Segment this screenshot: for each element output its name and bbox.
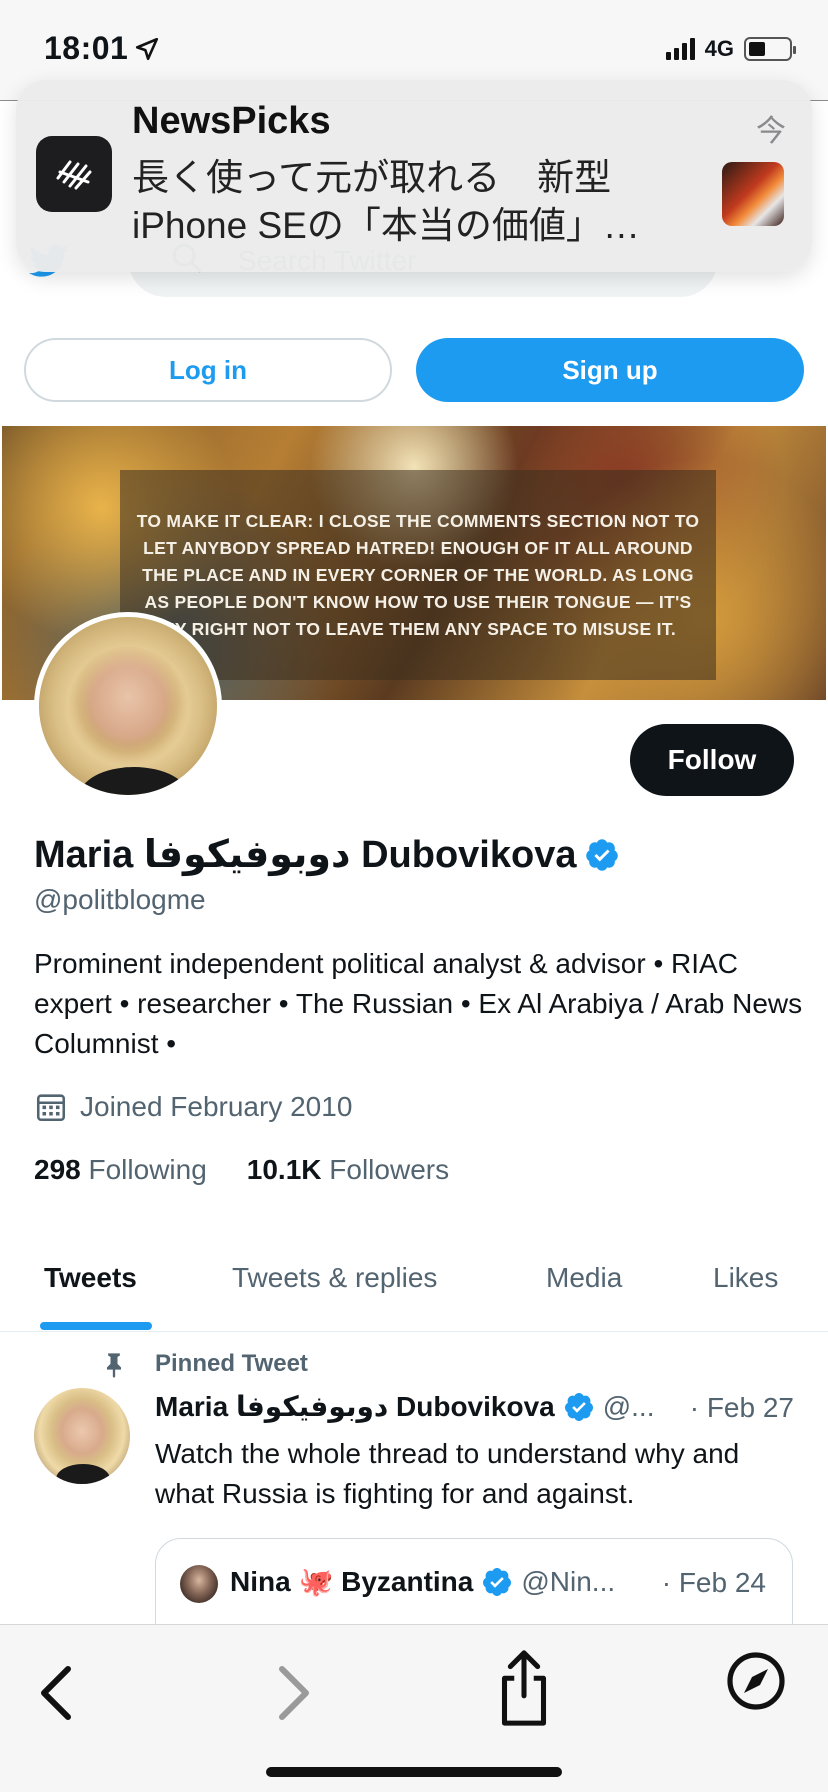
active-tab-indicator: [40, 1322, 152, 1330]
profile-name: Maria دوبوفيكوفا Dubovikova: [34, 832, 620, 877]
following-link[interactable]: 298 Following: [34, 1154, 207, 1186]
quoted-tweet-header: Nina 🐙 Byzantina @Nin...: [230, 1565, 615, 1598]
joined-date: Joined February 2010: [34, 1090, 352, 1124]
notification-thumbnail: [722, 162, 784, 226]
location-arrow-icon: [135, 37, 159, 61]
pin-icon: [107, 1353, 121, 1378]
profile-stats: 298 Following 10.1K Followers: [34, 1154, 449, 1186]
share-icon[interactable]: [498, 1649, 550, 1727]
status-time: 18:01: [44, 30, 129, 66]
profile-handle: @politblogme: [34, 884, 206, 915]
following-count: 298: [34, 1154, 81, 1185]
following-label: Following: [88, 1154, 207, 1185]
tweet-date[interactable]: · Feb 27: [690, 1392, 794, 1424]
quoted-author-avatar: [180, 1565, 218, 1603]
browser-toolbar: [0, 1624, 828, 1792]
tweet-author-handle: @...: [602, 1390, 655, 1422]
tweet-text: Watch the whole thread to understand why…: [155, 1438, 740, 1509]
quoted-author-name: Nina 🐙 Byzantina: [230, 1566, 474, 1597]
cover-text: TO MAKE IT CLEAR: I CLOSE THE COMMENTS S…: [136, 510, 700, 639]
tab-tweets[interactable]: Tweets: [44, 1262, 137, 1294]
tweet-author-avatar[interactable]: [34, 1388, 130, 1484]
notification-body: 長く使って元が取れる 新型iPhone SEの「本当の価値」…: [132, 157, 640, 246]
notification-app-name: NewsPicks: [132, 100, 331, 142]
newspicks-app-icon: [36, 136, 112, 212]
pinned-tweet-label: Pinned Tweet: [155, 1350, 308, 1377]
battery-icon: [744, 37, 796, 61]
notification-banner[interactable]: NewsPicks 今 長く使って元が取れる 新型iPhone SEの「本当の価…: [16, 80, 812, 272]
profile-tabs: Tweets Tweets & replies Media Likes: [0, 1234, 828, 1332]
network-type: 4G: [704, 36, 734, 61]
tweet-author-name[interactable]: Maria دوبوفيكوفا Dubovikova: [155, 1390, 555, 1423]
tweet-header: Maria دوبوفيكوفا Dubovikova @...: [155, 1390, 654, 1423]
profile-bio: Prominent independent political analyst …: [34, 948, 803, 1059]
back-icon[interactable]: [36, 1663, 76, 1723]
follow-button[interactable]: Follow: [630, 724, 794, 796]
signup-button[interactable]: Sign up: [416, 338, 804, 402]
followers-link[interactable]: 10.1K Followers: [247, 1154, 449, 1186]
cellular-signal-icon: [665, 38, 695, 60]
tab-likes[interactable]: Likes: [713, 1262, 778, 1294]
verified-badge-icon: [483, 1567, 512, 1596]
quoted-author-handle: @Nin...: [521, 1565, 616, 1597]
joined-text: Joined February 2010: [80, 1091, 353, 1122]
followers-label: Followers: [329, 1154, 450, 1185]
forward-icon[interactable]: [274, 1663, 314, 1723]
status-indicators: 4G: [665, 36, 796, 62]
notification-time: 今: [756, 115, 786, 148]
profile-display-name: Maria دوبوفيكوفا Dubovikova: [34, 834, 577, 876]
tab-tweets-replies[interactable]: Tweets & replies: [232, 1262, 437, 1294]
verified-badge-icon: [586, 838, 619, 871]
followers-count: 10.1K: [246, 1154, 322, 1185]
tab-media[interactable]: Media: [546, 1262, 622, 1294]
login-button[interactable]: Log in: [24, 338, 392, 402]
home-indicator[interactable]: [266, 1767, 562, 1777]
profile-avatar[interactable]: [34, 612, 222, 800]
calendar-icon: [36, 1094, 66, 1122]
compass-icon[interactable]: [726, 1651, 786, 1711]
verified-badge-icon: [564, 1392, 593, 1421]
quoted-tweet-date: · Feb 24: [661, 1567, 766, 1598]
